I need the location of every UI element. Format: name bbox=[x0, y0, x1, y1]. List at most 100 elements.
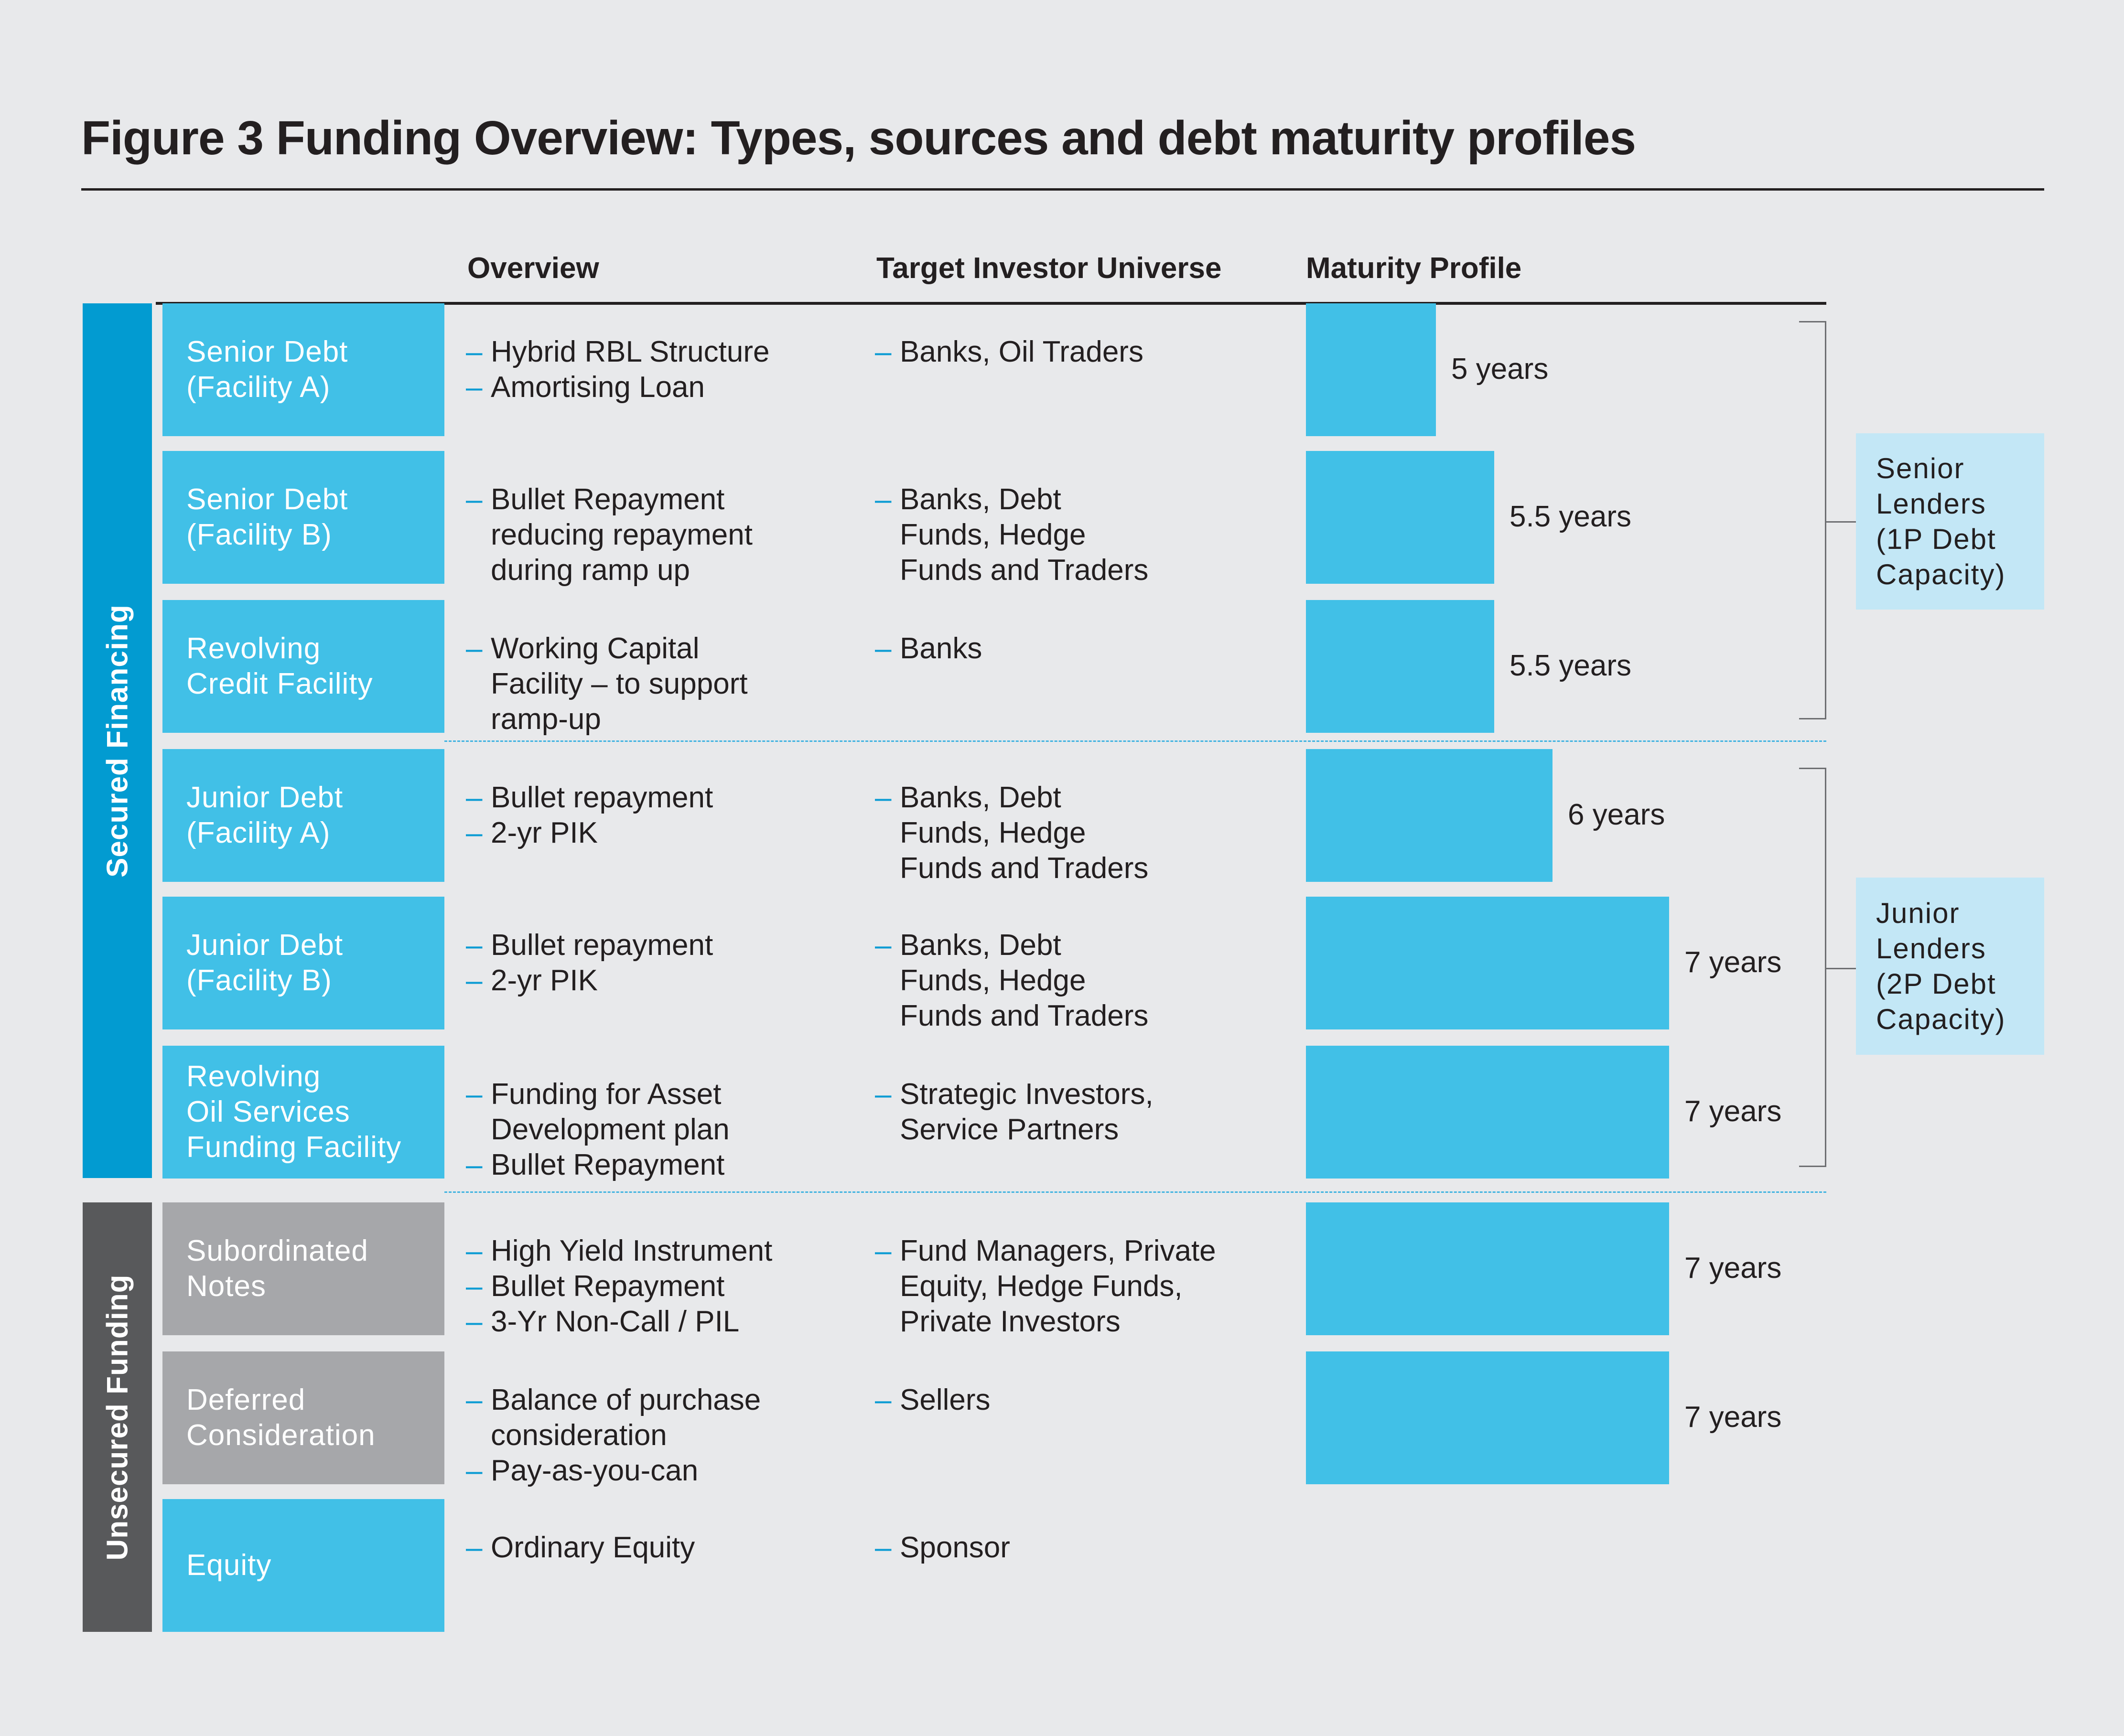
bullet-dash-icon: – bbox=[875, 1383, 892, 1416]
bullet-dash-icon: – bbox=[466, 1305, 483, 1338]
funding-type-label: Junior Debt (Facility A) bbox=[186, 781, 344, 849]
funding-type-box: Revolving Oil Services Funding Facility bbox=[162, 1046, 444, 1179]
overview-list: – Bullet Repayment reducing repayment dur… bbox=[466, 482, 753, 588]
bullet-dash-icon: – bbox=[466, 781, 483, 814]
bullet-text: Funding for Asset Development plan bbox=[491, 1078, 730, 1146]
overview-list: – Bullet repayment –2-yr PIK bbox=[466, 928, 713, 998]
funding-type-box: Senior Debt (Facility B) bbox=[162, 451, 444, 584]
title-rule bbox=[81, 188, 2044, 191]
bullet-dash-icon: – bbox=[466, 929, 483, 962]
bullet-text: Bullet repayment bbox=[491, 781, 713, 814]
bullet-item: – Fund Managers, Private Equity, Hedge Fu… bbox=[875, 1233, 1216, 1340]
bullet-item: – Banks bbox=[875, 631, 982, 666]
funding-type-label: Senior Debt (Facility A) bbox=[186, 335, 348, 404]
bullet-text: Sellers bbox=[900, 1383, 991, 1416]
bullet-dash-icon: – bbox=[466, 335, 483, 368]
section-label: Secured Financing bbox=[101, 604, 134, 878]
column-header-maturity: Maturity Profile bbox=[1306, 252, 1522, 285]
investor-list: – Banks, Debt Funds, Hedge Funds and Trad… bbox=[875, 482, 1148, 588]
bullet-text: Banks, Oil Traders bbox=[900, 335, 1143, 368]
bullet-item: –3-Yr Non-Call / PIL bbox=[466, 1304, 772, 1340]
funding-type-label: Subordinated Notes bbox=[186, 1234, 368, 1303]
maturity-label: 7 years bbox=[1684, 946, 1782, 979]
bullet-item: –2-yr PIK bbox=[466, 815, 713, 851]
funding-type-label: Equity bbox=[186, 1549, 272, 1582]
overview-list: – Bullet repayment –2-yr PIK bbox=[466, 780, 713, 851]
bullet-text: Amortising Loan bbox=[491, 371, 705, 404]
maturity-label: 6 years bbox=[1568, 798, 1665, 831]
funding-type-box: Equity bbox=[162, 1499, 444, 1632]
bullet-item: – Bullet Repayment bbox=[466, 1269, 772, 1304]
maturity-label: 5.5 years bbox=[1509, 649, 1632, 682]
bullet-item: – Working Capital Facility – to support r… bbox=[466, 631, 748, 737]
maturity-label: 7 years bbox=[1684, 1401, 1782, 1434]
bullet-text: 3-Yr Non-Call / PIL bbox=[491, 1305, 740, 1338]
funding-type-label: Revolving Credit Facility bbox=[186, 632, 373, 700]
bullet-item: – Bullet repayment bbox=[466, 780, 713, 815]
bullet-text: Working Capital Facility – to support ra… bbox=[491, 632, 748, 736]
section-unsecured-funding: Unsecured Funding bbox=[83, 1202, 152, 1632]
bullet-dash-icon: – bbox=[875, 335, 892, 368]
maturity-bar bbox=[1306, 749, 1553, 882]
senior-bracket-bottom bbox=[1799, 718, 1826, 719]
bullet-dash-icon: – bbox=[466, 1531, 483, 1564]
funding-type-box: Senior Debt (Facility A) bbox=[162, 303, 444, 436]
bullet-dash-icon: – bbox=[466, 1078, 483, 1111]
bullet-dash-icon: – bbox=[875, 483, 892, 516]
bullet-text: 2-yr PIK bbox=[491, 816, 598, 849]
investor-list: – Sponsor bbox=[875, 1530, 1010, 1565]
funding-type-box: Junior Debt (Facility B) bbox=[162, 897, 444, 1029]
bullet-item: – Bullet Repayment reducing repayment dur… bbox=[466, 482, 753, 588]
bullet-item: – Strategic Investors, Service Partners bbox=[875, 1077, 1154, 1147]
maturity-bar bbox=[1306, 1046, 1669, 1179]
bullet-dash-icon: – bbox=[466, 1148, 483, 1181]
junior-lenders-box: Junior Lenders (2P Debt Capacity) bbox=[1856, 878, 2044, 1055]
junior-bracket-bottom bbox=[1799, 1166, 1826, 1167]
junior-lenders-label: Junior Lenders (2P Debt Capacity) bbox=[1876, 897, 2006, 1035]
bullet-dash-icon: – bbox=[875, 929, 892, 962]
funding-type-label: Junior Debt (Facility B) bbox=[186, 929, 344, 997]
overview-list: – High Yield Instrument – Bullet Repayment –… bbox=[466, 1233, 772, 1340]
bullet-text: Banks bbox=[900, 632, 982, 665]
investor-list: – Banks bbox=[875, 631, 982, 666]
bullet-text: Pay-as-you-can bbox=[491, 1454, 699, 1487]
bullet-text: Bullet Repayment bbox=[491, 1270, 725, 1303]
funding-type-box: Subordinated Notes bbox=[162, 1202, 444, 1335]
bullet-item: –2-yr PIK bbox=[466, 963, 713, 998]
investor-list: – Banks, Debt Funds, Hedge Funds and Trad… bbox=[875, 780, 1148, 886]
senior-lenders-label: Senior Lenders (1P Debt Capacity) bbox=[1876, 452, 2006, 590]
maturity-bar bbox=[1306, 897, 1669, 1029]
bullet-text: Bullet repayment bbox=[491, 929, 713, 962]
column-header-investors: Target Investor Universe bbox=[876, 252, 1222, 285]
funding-type-label: Senior Debt (Facility B) bbox=[186, 483, 348, 551]
maturity-bar bbox=[1306, 600, 1494, 733]
bullet-dash-icon: – bbox=[466, 816, 483, 849]
bullet-item: – Sponsor bbox=[875, 1530, 1010, 1565]
maturity-bar bbox=[1306, 1202, 1669, 1335]
section-label: Unsecured Funding bbox=[101, 1274, 134, 1561]
bullet-text: High Yield Instrument bbox=[491, 1234, 773, 1267]
investor-list: – Banks, Oil Traders bbox=[875, 334, 1143, 370]
senior-lenders-box: Senior Lenders (1P Debt Capacity) bbox=[1856, 433, 2044, 610]
maturity-label: 5 years bbox=[1451, 353, 1549, 386]
bullet-text: Bullet Repayment reducing repayment duri… bbox=[491, 483, 753, 587]
bullet-item: – Banks, Debt Funds, Hedge Funds and Trad… bbox=[875, 928, 1148, 1034]
bullet-dash-icon: – bbox=[875, 1078, 892, 1111]
bullet-item: – Hybrid RBL Structure bbox=[466, 334, 769, 370]
maturity-bar bbox=[1306, 1351, 1669, 1484]
bullet-dash-icon: – bbox=[466, 1454, 483, 1487]
overview-list: – Funding for Asset Development plan – Bull… bbox=[466, 1077, 730, 1183]
section-secured-financing: Secured Financing bbox=[83, 303, 152, 1178]
overview-list: – Working Capital Facility – to support r… bbox=[466, 631, 748, 737]
bullet-text: Ordinary Equity bbox=[491, 1531, 695, 1564]
junior-bracket-connector bbox=[1826, 968, 1856, 969]
senior-bracket-connector bbox=[1826, 521, 1856, 523]
investor-list: – Strategic Investors, Service Partners bbox=[875, 1077, 1154, 1147]
bullet-dash-icon: – bbox=[875, 1234, 892, 1267]
bullet-text: 2-yr PIK bbox=[491, 964, 598, 997]
bullet-text: Banks, Debt Funds, Hedge Funds and Trade… bbox=[900, 483, 1149, 587]
junior-bracket-spine bbox=[1825, 768, 1826, 1167]
maturity-bar bbox=[1306, 303, 1436, 436]
maturity-label: 7 years bbox=[1684, 1095, 1782, 1128]
bullet-item: – Banks, Debt Funds, Hedge Funds and Trad… bbox=[875, 780, 1148, 886]
